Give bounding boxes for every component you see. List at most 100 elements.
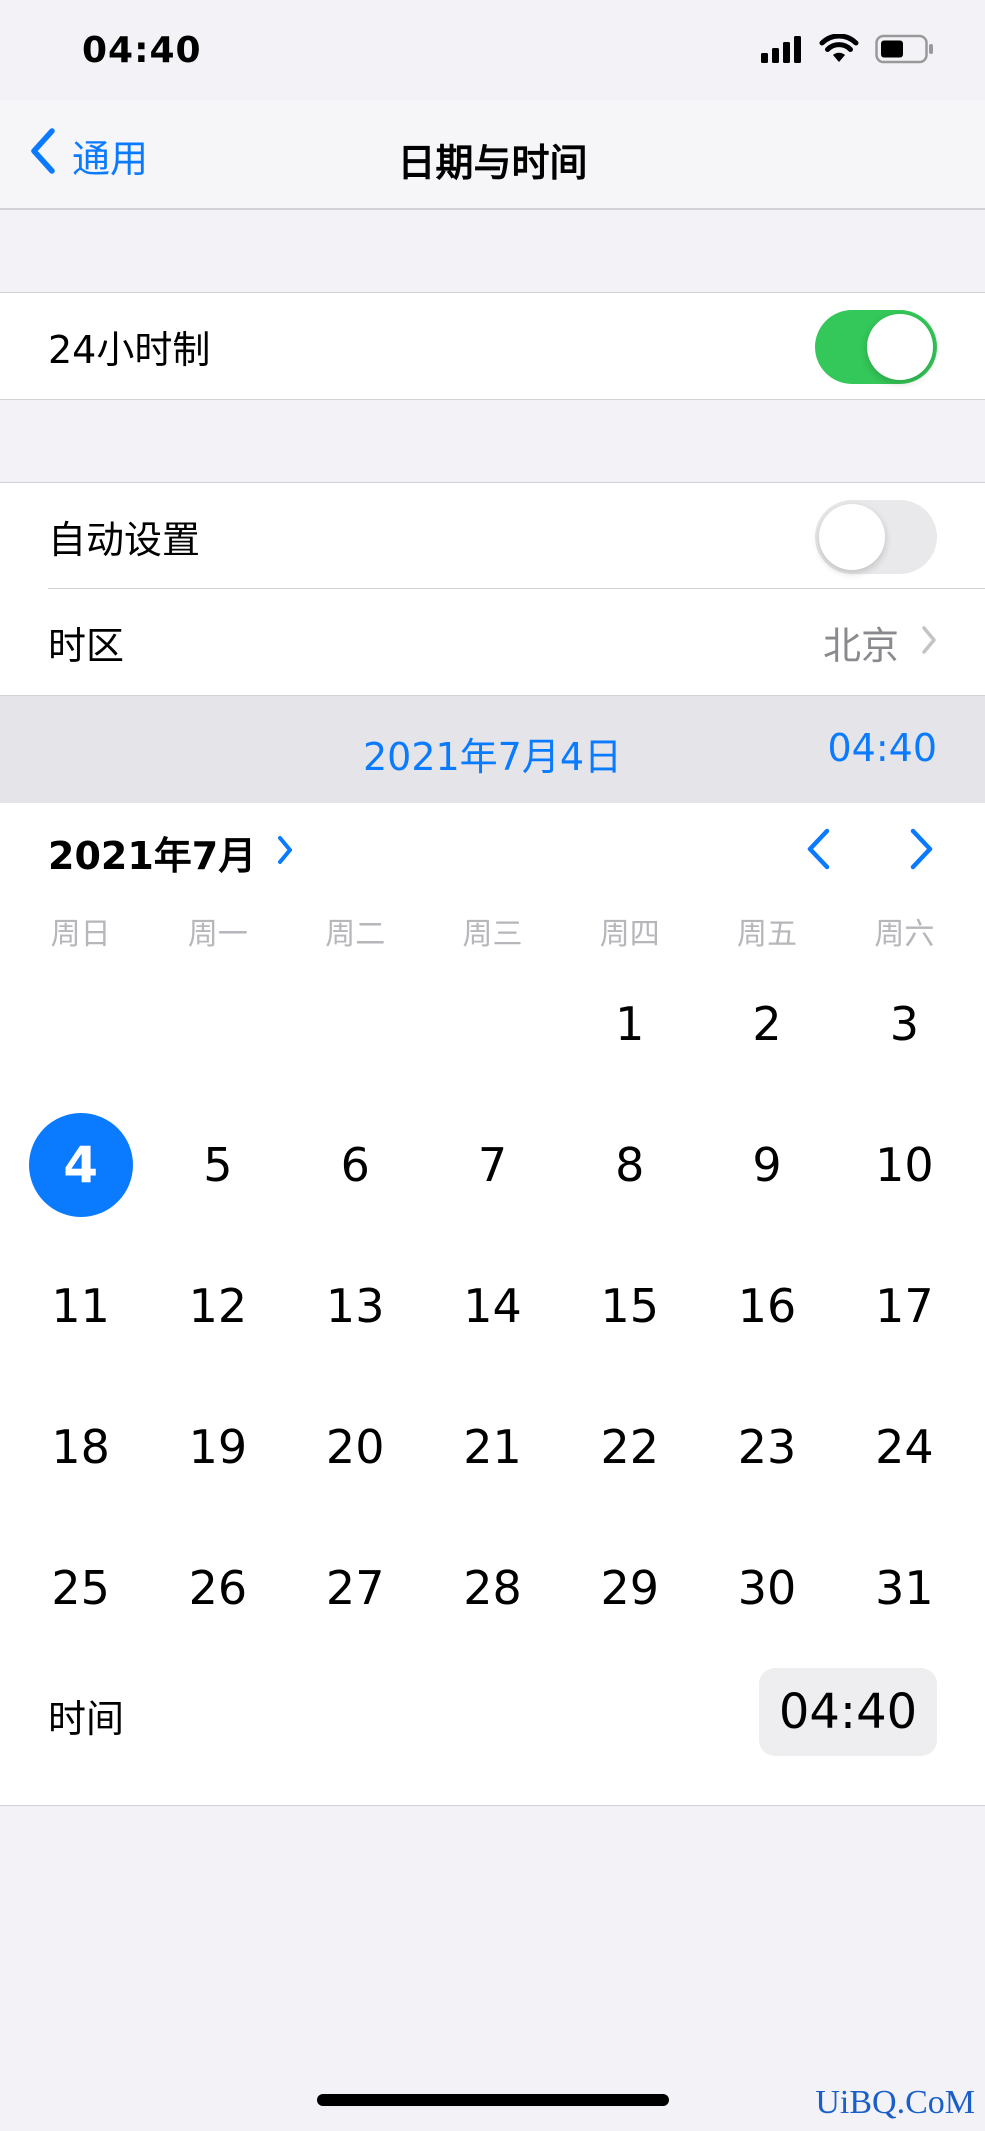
chevron-left-icon	[805, 827, 831, 875]
month-year-selector[interactable]: 2021年7月	[48, 825, 294, 880]
hour24-toggle[interactable]	[815, 310, 937, 384]
day-number: 26	[188, 1560, 248, 1615]
toggle-knob	[819, 504, 885, 570]
weekday-label: 周二	[325, 917, 386, 952]
day-cell[interactable]: 12	[149, 1235, 286, 1376]
day-number: 27	[325, 1560, 385, 1615]
day-cell[interactable]: 31	[836, 1517, 973, 1658]
day-cell[interactable]: 15	[561, 1235, 698, 1376]
day-cell[interactable]: 16	[698, 1235, 835, 1376]
weekday-header: 周日 周一 周二 周三 周四 周五 周六	[12, 909, 973, 953]
day-cell[interactable]: 7	[424, 1094, 561, 1235]
date-time-bar: 2021年7月4日 04:40	[0, 696, 985, 803]
day-cell[interactable]: 2	[698, 953, 835, 1094]
time-picker-button[interactable]: 04:40	[759, 1668, 937, 1756]
day-cell[interactable]: 17	[836, 1235, 973, 1376]
empty-day-cell	[12, 953, 149, 1094]
day-number: 24	[875, 1419, 934, 1474]
day-number: 31	[875, 1560, 934, 1615]
day-cell[interactable]: 19	[149, 1376, 286, 1517]
hour24-group: 24小时制	[0, 292, 985, 400]
weekday-label: 周日	[50, 917, 111, 952]
day-cell[interactable]: 9	[698, 1094, 835, 1235]
day-cell[interactable]: 3	[836, 953, 973, 1094]
status-time: 04:40	[82, 30, 202, 71]
day-number: 9	[752, 1137, 782, 1192]
day-cell[interactable]: 28	[424, 1517, 561, 1658]
day-cell[interactable]: 21	[424, 1376, 561, 1517]
day-cell[interactable]: 22	[561, 1376, 698, 1517]
day-number: 1	[615, 996, 645, 1051]
timezone-value-wrap: 北京	[823, 589, 937, 695]
day-number: 16	[737, 1278, 797, 1333]
day-number: 23	[737, 1419, 797, 1474]
weekday-label: 周五	[737, 917, 798, 952]
day-cell[interactable]: 6	[287, 1094, 424, 1235]
day-number: 7	[477, 1137, 508, 1192]
day-number: 8	[615, 1137, 645, 1192]
day-cell[interactable]: 24	[836, 1376, 973, 1517]
day-cell[interactable]: 23	[698, 1376, 835, 1517]
day-number: 17	[875, 1278, 934, 1333]
weekday-label: 周三	[462, 917, 523, 952]
timezone-value: 北京	[822, 623, 899, 668]
day-cell[interactable]: 5	[149, 1094, 286, 1235]
battery-icon	[875, 34, 935, 68]
timezone-row[interactable]: 时区 北京	[0, 589, 985, 695]
day-cell[interactable]: 11	[12, 1235, 149, 1376]
day-grid: 1 2 3 4 5 6 7 8 9 10 11 12 13 14 15 16 1…	[12, 953, 973, 1658]
status-icons	[761, 33, 935, 68]
time-label: 时间	[48, 1697, 125, 1741]
empty-day-cell	[149, 953, 286, 1094]
day-cell[interactable]: 8	[561, 1094, 698, 1235]
day-cell[interactable]: 20	[287, 1376, 424, 1517]
day-cell[interactable]: 1	[561, 953, 698, 1094]
day-number: 22	[600, 1419, 660, 1474]
weekday-label: 周一	[187, 917, 248, 952]
day-number: 3	[889, 996, 919, 1051]
wifi-icon	[819, 33, 859, 68]
toggle-knob	[867, 314, 933, 380]
day-cell-selected[interactable]: 4	[12, 1094, 149, 1235]
day-cell[interactable]: 13	[287, 1235, 424, 1376]
day-cell[interactable]: 27	[287, 1517, 424, 1658]
status-bar: 04:40	[0, 0, 985, 100]
day-cell[interactable]: 29	[561, 1517, 698, 1658]
day-number: 2	[752, 996, 782, 1051]
day-cell[interactable]: 25	[12, 1517, 149, 1658]
month-title: 2021年7月	[48, 834, 257, 878]
day-cell[interactable]: 30	[698, 1517, 835, 1658]
day-cell[interactable]: 10	[836, 1094, 973, 1235]
day-number: 14	[463, 1278, 522, 1333]
hour24-row: 24小时制	[0, 293, 985, 399]
home-indicator	[317, 2094, 669, 2106]
day-number: 10	[875, 1137, 934, 1192]
calendar-picker: 2021年7月 周日 周一 周二 周三 周四 周五 周六 1 2 3 4 5 6…	[0, 803, 985, 1806]
chevron-right-icon	[899, 620, 937, 664]
day-number: 21	[463, 1419, 522, 1474]
day-cell[interactable]: 18	[12, 1376, 149, 1517]
time-row: 时间 04:40	[0, 1658, 985, 1768]
selected-time-button[interactable]: 04:40	[827, 726, 937, 770]
day-number: 18	[51, 1419, 110, 1474]
day-number: 11	[51, 1278, 110, 1333]
day-number: 29	[600, 1560, 660, 1615]
previous-month-button[interactable]	[796, 823, 840, 879]
day-number: 25	[51, 1560, 110, 1615]
day-number: 5	[203, 1137, 233, 1192]
hour24-label: 24小时制	[48, 327, 211, 372]
day-cell[interactable]: 14	[424, 1235, 561, 1376]
auto-set-label: 自动设置	[48, 517, 201, 562]
page-title: 日期与时间	[397, 141, 588, 185]
empty-day-cell	[424, 953, 561, 1094]
auto-set-toggle[interactable]	[815, 500, 937, 574]
day-number: 30	[737, 1560, 797, 1615]
day-number: 15	[600, 1278, 660, 1333]
day-cell[interactable]: 26	[149, 1517, 286, 1658]
day-number: 4	[28, 1112, 133, 1217]
day-number: 13	[325, 1278, 385, 1333]
next-month-button[interactable]	[900, 823, 944, 879]
auto-timezone-group: 自动设置 时区 北京	[0, 482, 985, 696]
auto-set-row: 自动设置	[0, 483, 985, 589]
day-number: 12	[188, 1278, 248, 1333]
